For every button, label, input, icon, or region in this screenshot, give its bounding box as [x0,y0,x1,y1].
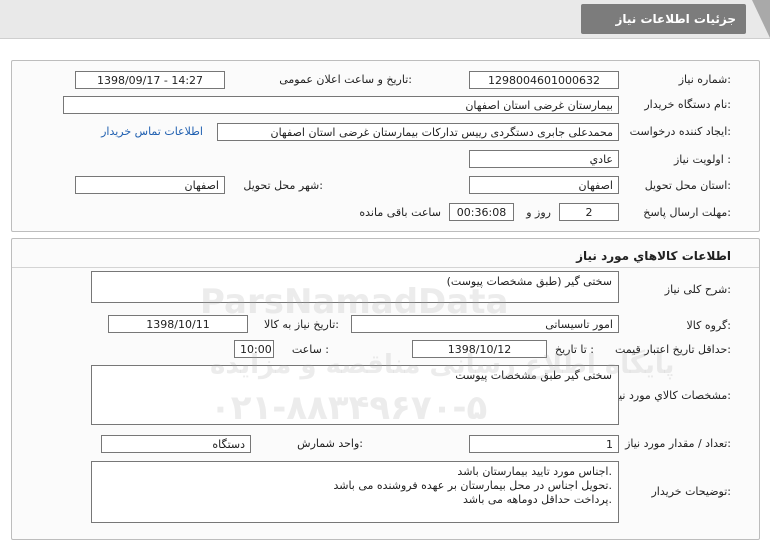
days-label: روز و [526,206,551,219]
hour-label: ساعت : [291,343,329,356]
priority-field: عادي [469,150,619,168]
spec-label: مشخصات كالاي مورد نياز: [610,389,731,402]
creator-field: محمدعلی جابری دستگردی رییس تدارکات بیمار… [217,123,619,141]
title-corner-decoration [752,0,770,38]
deadline-label: مهلت ارسال پاسخ: [643,206,731,219]
buyer-note-line: تحویل اجناس در محل بیمارستان بر عهده فرو… [333,479,612,492]
need-number-label: شماره نیاز: [678,73,731,86]
need-date-field: 1398/10/11 [108,315,248,333]
qty-field: 1 [469,435,619,453]
creator-label: ایجاد کننده درخواست: [629,125,731,138]
time-left-field: 00:36:08 [449,203,514,221]
province-label: استان محل تحویل: [644,179,731,192]
city-label: شهر محل تحویل: [243,179,323,192]
hour-field: 10:00 [234,340,274,358]
qty-label: تعداد / مقدار مورد نیاز: [625,437,731,450]
buyer-org-label: نام دستگاه خریدار: [644,98,731,111]
need-date-label: تاریخ نیاز به کالا: [264,318,339,331]
summary-label: شرح کلی نیاز: [664,283,731,296]
announce-datetime-label: تاریخ و ساعت اعلان عمومی: [279,73,412,86]
goods-group-label: گروه کالا: [686,319,731,332]
need-number-field: 1298004601000632 [469,71,619,89]
priority-label: اولویت نیاز : [673,153,731,166]
spec-field: سختی گیر طبق مشخصات پیوست [91,365,619,425]
page-title: جزئیات اطلاعات نیاز [581,4,746,34]
goods-info-panel: اطلاعات كالاهاي مورد نياز شرح کلی نیاز: … [11,238,760,540]
goods-section-title: اطلاعات كالاهاي مورد نياز [576,249,731,263]
buyer-org-field: بیمارستان غرضی استان اصفهان [63,96,619,114]
to-date-label: تا تاریخ : [555,343,594,356]
announce-datetime-field: 1398/09/17 - 14:27 [75,71,225,89]
goods-group-field: امور تاسیساتی [351,315,619,333]
to-date-field: 1398/10/12 [412,340,547,358]
buyer-notes-label: توضیحات خریدار: [651,485,732,498]
section-divider [12,267,759,268]
city-field: اصفهان [75,176,225,194]
min-validity-label: حداقل تاریخ اعتبار قیمت: [615,343,731,356]
days-field: 2 [559,203,619,221]
title-bar: جزئیات اطلاعات نیاز [0,0,770,39]
time-left-label: ساعت باقی مانده [359,206,441,219]
unit-field: دستگاه [101,435,251,453]
buyer-contact-link[interactable]: اطلاعات تماس خریدار [101,125,203,138]
province-field: اصفهان [469,176,619,194]
buyer-note-line: اجناس مورد تایید بیمارستان باشد. [457,465,612,478]
buyer-note-line: پرداخت حداقل دوماهه می باشد. [462,493,612,506]
buyer-notes-field: اجناس مورد تایید بیمارستان باشد. تحویل ا… [91,461,619,523]
unit-label: واحد شمارش: [297,437,363,450]
summary-field: سختی گیر (طبق مشخصات پیوست) [91,271,619,303]
general-info-panel: شماره نیاز: 1298004601000632 تاریخ و ساع… [11,60,760,232]
